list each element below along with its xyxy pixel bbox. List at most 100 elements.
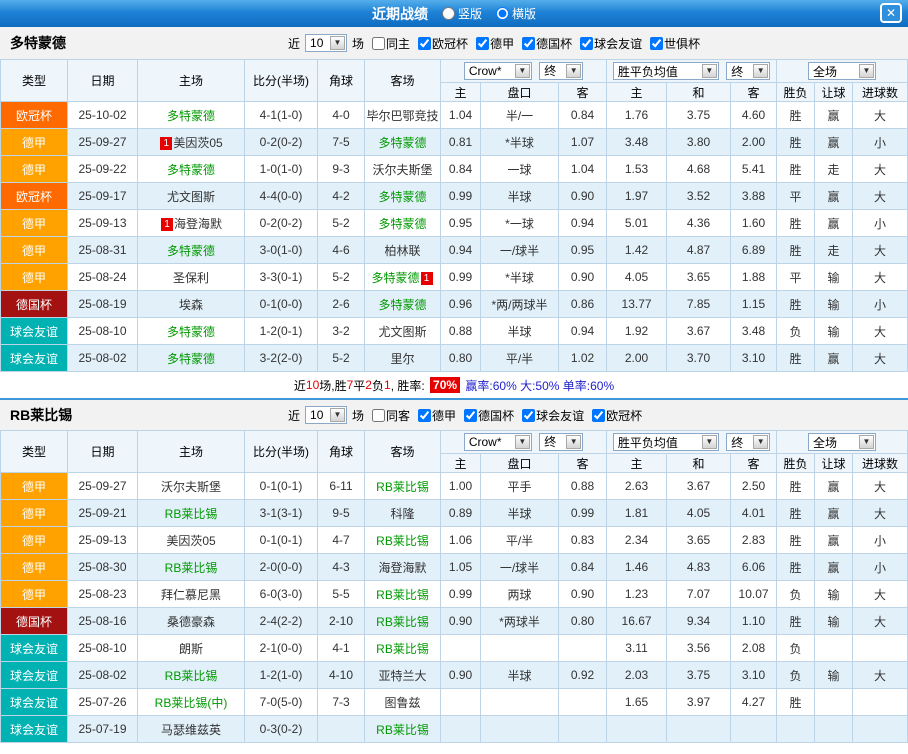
handicap-odds-away-cell: 0.86: [557, 290, 608, 318]
same-venue-filter[interactable]: 同客: [372, 407, 410, 424]
scope-select[interactable]: 全场 ▼: [808, 433, 877, 451]
away-team-name: 海登海默: [378, 560, 427, 575]
col-date: 日期: [67, 59, 138, 102]
league-filter-checkbox[interactable]: [476, 36, 490, 50]
result-cell: 胜: [776, 344, 816, 372]
league-cell: 欧冠杯: [0, 101, 68, 129]
same-venue-filter-label: 同客: [386, 408, 411, 423]
lose-odds-cell: 4.01: [730, 499, 778, 527]
scope-select[interactable]: 全场 ▼: [808, 62, 877, 80]
corner-cell: 4-2: [317, 182, 365, 210]
chevron-down-icon: ▼: [330, 408, 346, 422]
handicap-result-cell: [814, 715, 854, 743]
result-cell: 平: [776, 182, 816, 210]
away-team-cell: 多特蒙德: [364, 128, 441, 156]
match-row: 德甲 25-08-23 拜仁慕尼黑 6-0(3-0) 5-5 RB莱比锡 0.99 两球 0.9…: [0, 580, 908, 608]
home-team-name: 埃森: [178, 297, 203, 312]
league-filter-checkbox[interactable]: [418, 408, 432, 422]
chevron-down-icon: ▼: [566, 63, 582, 78]
same-venue-filter-checkbox[interactable]: [372, 408, 386, 422]
away-team-cell: RB莱比锡: [364, 607, 441, 635]
close-icon[interactable]: ✕: [880, 3, 902, 23]
league-cell: 球会友谊: [0, 634, 68, 662]
summary-segment: , 胜率:: [390, 378, 429, 393]
wdl-mean-select[interactable]: 胜平负均值 ▼: [612, 433, 719, 451]
chevron-down-icon: ▼: [859, 435, 875, 449]
match-count-value: 10: [310, 408, 324, 422]
home-team-cell: 桑德豪森: [137, 607, 245, 635]
league-filter[interactable]: 球会友谊: [580, 35, 642, 52]
league-filter[interactable]: 德甲: [418, 407, 456, 424]
league-filter-checkbox[interactable]: [580, 36, 594, 50]
league-filter-checkbox[interactable]: [650, 36, 664, 50]
handicap-result-cell: 赢: [814, 472, 854, 500]
wdl-final-select[interactable]: 终 ▼: [726, 433, 771, 451]
wdl-group-header: 胜平负均值 ▼ 终 ▼: [606, 59, 778, 83]
col-odds-home: 主: [606, 453, 668, 473]
handicap-result-cell: 赢: [814, 526, 854, 554]
score-cell: 2-1(0-0): [244, 634, 318, 662]
same-venue-filter[interactable]: 同主: [372, 35, 410, 52]
league-cell: 德国杯: [0, 290, 68, 318]
league-filter-checkbox[interactable]: [592, 408, 606, 422]
col-let-result: 让球: [814, 453, 854, 473]
league-cell: 球会友谊: [0, 715, 68, 743]
away-team-name: 多特蒙德: [378, 135, 427, 150]
win-odds-cell: 1.81: [606, 499, 668, 527]
league-filter-checkbox[interactable]: [522, 408, 536, 422]
league-filter[interactable]: 世俱杯: [650, 35, 700, 52]
final-odds-select[interactable]: 终 ▼: [539, 432, 584, 451]
scope-group-header: 全场 ▼: [776, 59, 908, 83]
match-count-select[interactable]: 10 ▼: [305, 406, 348, 424]
handicap-odds-home-cell: 0.95: [440, 209, 481, 237]
goals-cell: 大: [852, 182, 908, 210]
lose-odds-cell: 3.88: [730, 182, 778, 210]
league-filter-checkbox[interactable]: [522, 36, 536, 50]
odds-source-select[interactable]: Crow* ▼: [463, 433, 532, 452]
lose-odds-cell: 2.08: [730, 634, 778, 662]
away-team-name: RB莱比锡: [376, 722, 429, 737]
league-filter[interactable]: 德国杯: [464, 407, 514, 424]
col-odds-home: 主: [606, 82, 668, 102]
corner-cell: 2-6: [317, 290, 365, 318]
away-team-cell: 图鲁兹: [364, 688, 441, 716]
wdl-final-select[interactable]: 终 ▼: [726, 62, 771, 80]
home-team-cell: 1 海登海默: [137, 209, 245, 237]
match-count-select[interactable]: 10 ▼: [305, 34, 348, 52]
goals-cell: 大: [852, 101, 908, 129]
league-filter-label: 世俱杯: [664, 36, 701, 51]
final-odds-select[interactable]: 终 ▼: [539, 61, 584, 80]
league-filter-checkbox[interactable]: [418, 36, 432, 50]
league-filter[interactable]: 德国杯: [522, 35, 572, 52]
summary-segment: 70%: [430, 377, 461, 393]
away-team-name: 亚特兰大: [378, 668, 427, 683]
handicap-result-cell: 走: [814, 155, 854, 183]
horizontal-radio[interactable]: [496, 7, 509, 20]
result-cell: 胜: [776, 526, 816, 554]
league-filter[interactable]: 欧冠杯: [418, 35, 468, 52]
handicap-cell: 一球: [480, 155, 559, 183]
wdl-group-header: 胜平负均值 ▼ 终 ▼: [606, 430, 778, 454]
league-cell: 德甲: [0, 499, 68, 527]
handicap-odds-away-cell: 0.83: [557, 526, 608, 554]
col-odds-away: 客: [730, 453, 778, 473]
match-row: 德甲 25-09-22 多特蒙德 1-0(1-0) 9-3 沃尔夫斯堡 0.84 一球 1.04…: [0, 155, 908, 183]
league-filter[interactable]: 欧冠杯: [592, 407, 642, 424]
same-venue-filter-checkbox[interactable]: [372, 36, 386, 50]
goals-cell: 大: [852, 499, 908, 527]
summary-segment: 2: [365, 378, 372, 392]
league-filter-checkbox[interactable]: [464, 408, 478, 422]
layout-option-vertical[interactable]: 竖版: [441, 5, 482, 22]
summary-segment: 大:50%: [516, 378, 560, 393]
league-filter[interactable]: 球会友谊: [522, 407, 584, 424]
odds-source-select[interactable]: Crow* ▼: [463, 62, 532, 81]
score-cell: 3-1(3-1): [244, 499, 318, 527]
layout-option-horizontal[interactable]: 横版: [496, 5, 536, 22]
wdl-mean-select[interactable]: 胜平负均值 ▼: [612, 62, 719, 80]
match-row: 德甲 25-08-30 RB莱比锡 2-0(0-0) 4-3 海登海默 1.05 一/球半 0.…: [0, 553, 908, 581]
handicap-result-cell: [814, 688, 854, 716]
vertical-radio[interactable]: [441, 7, 455, 20]
handicap-odds-home-cell: 0.90: [440, 607, 481, 635]
league-filter[interactable]: 德甲: [476, 35, 514, 52]
chevron-down-icon: ▼: [753, 64, 769, 78]
